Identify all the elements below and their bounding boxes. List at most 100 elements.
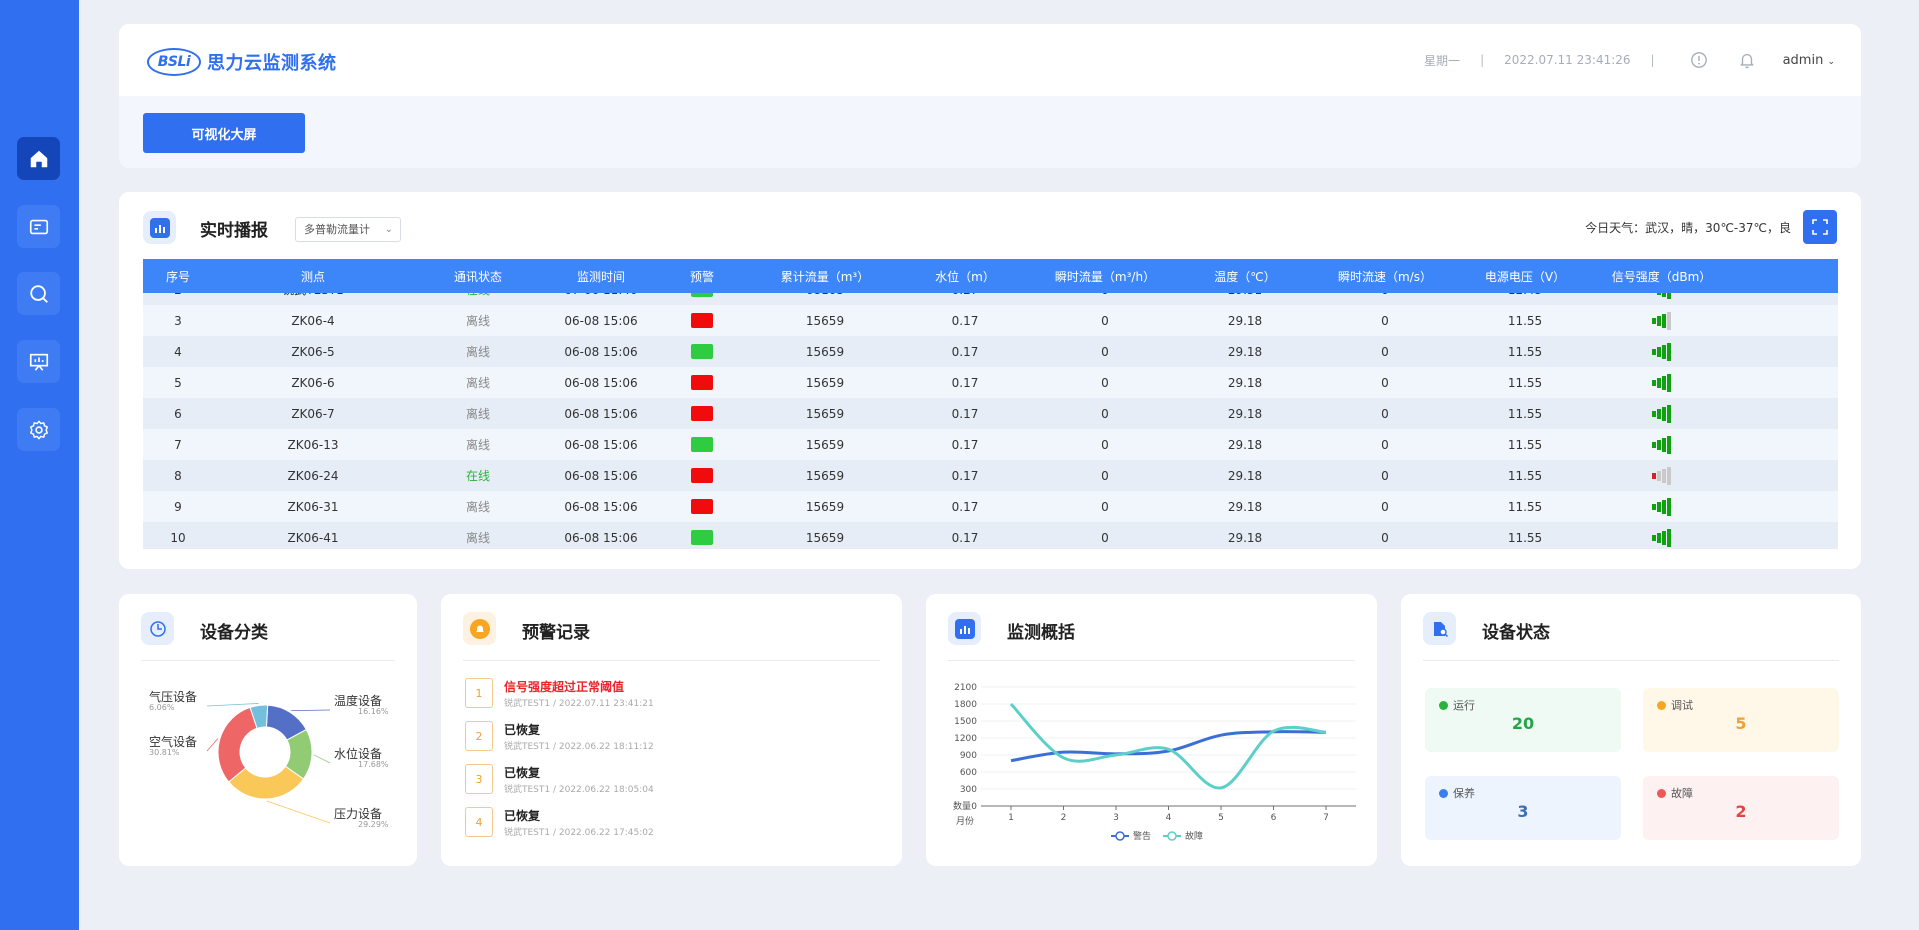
realtime-table: 序号 测点 通讯状态 监测时间 预警 累计流量（m³） 水位（m） 瞬时流量（m³/h） 温度（… bbox=[143, 259, 1838, 549]
x-tick-label: 3 bbox=[1113, 813, 1119, 823]
signal-strength-icon bbox=[1652, 373, 1671, 392]
table-row[interactable]: 10 ZK06-41 离线 06-08 15:06 15659 0.17 0 29.18 0 11… bbox=[143, 522, 1838, 549]
cell-speed: 0 bbox=[1381, 530, 1389, 545]
column-header: 预警 bbox=[689, 269, 714, 284]
signal-strength-icon bbox=[1652, 466, 1671, 485]
divider: | bbox=[1480, 53, 1485, 67]
cell-iflow: 0 bbox=[1101, 313, 1109, 328]
status-box[interactable]: 运行 20 bbox=[1425, 688, 1621, 752]
legend-marker bbox=[1115, 831, 1125, 841]
nav-home[interactable] bbox=[17, 137, 60, 180]
cell-level: 0.17 bbox=[951, 468, 979, 483]
cell-status: 离线 bbox=[465, 376, 490, 390]
donut-slice[interactable] bbox=[217, 706, 258, 783]
alert-subtitle: 锐武TEST1 / 2022.06.22 18:05:04 bbox=[504, 785, 654, 795]
user-menu[interactable]: admin ⌄ bbox=[1783, 53, 1835, 68]
status-box[interactable]: 保养 3 bbox=[1425, 776, 1621, 840]
y-tick-label: 600 bbox=[960, 768, 977, 778]
donut-label-pct: 29.29% bbox=[358, 820, 389, 829]
column-header: 测点 bbox=[300, 269, 325, 284]
cell-flow: 15659 bbox=[805, 344, 845, 359]
signal-strength-icon bbox=[1652, 497, 1671, 516]
cell-speed: 0 bbox=[1381, 375, 1389, 390]
fullscreen-button[interactable] bbox=[1803, 210, 1837, 244]
warning-indicator bbox=[691, 499, 713, 514]
cell-time: 06-08 15:06 bbox=[564, 313, 638, 328]
warning-indicator bbox=[691, 468, 713, 483]
info-icon[interactable] bbox=[1689, 50, 1709, 70]
cell-temp: 29.18 bbox=[1227, 437, 1263, 452]
report-card-icon bbox=[29, 219, 48, 234]
table-row[interactable]: 5 ZK06-6 离线 06-08 15:06 15659 0.17 0 29.18 0 11.5… bbox=[143, 367, 1838, 398]
x-tick-label: 7 bbox=[1323, 813, 1329, 823]
gear-icon bbox=[29, 420, 48, 439]
cell-temp: 29.18 bbox=[1227, 468, 1263, 483]
status-label-text: 故障 bbox=[1671, 787, 1693, 800]
table-row[interactable]: 6 ZK06-7 离线 06-08 15:06 15659 0.17 0 29.18 0 11.5… bbox=[143, 398, 1838, 429]
y-tick-label: 300 bbox=[960, 785, 977, 795]
column-header: 信号强度（dBm） bbox=[1611, 269, 1712, 284]
monitor-line-chart[interactable]: 0 300 600 900 1200 1500 1800 2100 1 2 3 4 5 6 7 数量月份警告 故… bbox=[926, 594, 1377, 866]
nav-settings[interactable] bbox=[17, 408, 60, 451]
cell-voltage: 11.55 bbox=[1507, 375, 1543, 390]
cell-level: 0.17 bbox=[951, 344, 979, 359]
table-row[interactable]: 8 ZK06-24 在线 06-08 15:06 15659 0.17 0 29.18 0 11.… bbox=[143, 460, 1838, 491]
device-type-select[interactable]: 多普勒流量计 ⌄ bbox=[295, 217, 401, 242]
cell-speed: 0 bbox=[1381, 406, 1389, 421]
cell-point: ZK06-7 bbox=[291, 406, 335, 421]
cell-time: 06-08 15:06 bbox=[564, 530, 638, 545]
table-row[interactable]: 7 ZK06-13 离线 06-08 15:06 15659 0.17 0 29.18 0 11.… bbox=[143, 429, 1838, 460]
signal-strength-icon bbox=[1652, 528, 1671, 547]
table-row[interactable]: 9 ZK06-31 离线 06-08 15:06 15659 0.17 0 29.18 0 11.… bbox=[143, 491, 1838, 522]
warning-cell bbox=[659, 491, 745, 522]
table-body[interactable]: 2锐武TEST1在线07-06 11:40681050.27029.31012.… bbox=[143, 274, 1838, 549]
signal-strength-icon bbox=[1652, 311, 1671, 330]
table-row[interactable]: 3 ZK06-4 离线 06-08 15:06 15659 0.17 0 29.18 0 11.5… bbox=[143, 305, 1838, 336]
alarm-bell-icon bbox=[463, 612, 496, 645]
cell-status: 离线 bbox=[465, 345, 490, 359]
logo[interactable]: BSLi 思力云监测系统 bbox=[147, 48, 337, 76]
column-header: 水位（m） bbox=[935, 269, 995, 284]
alert-subtitle: 锐武TEST1 / 2022.07.11 23:41:21 bbox=[504, 699, 654, 709]
status-dot bbox=[1657, 788, 1666, 798]
alert-title: 信号强度超过正常阈值 bbox=[504, 680, 625, 694]
leader-line bbox=[313, 754, 331, 764]
nav-board[interactable] bbox=[17, 340, 60, 383]
warning-indicator bbox=[691, 437, 713, 452]
bell-icon[interactable] bbox=[1737, 50, 1757, 70]
alert-title: 已恢复 bbox=[504, 809, 541, 823]
cell-voltage: 11.55 bbox=[1507, 530, 1543, 545]
alert-subtitle: 锐武TEST1 / 2022.06.22 17:45:02 bbox=[504, 828, 654, 838]
warning-cell bbox=[659, 305, 745, 336]
cell-flow: 15659 bbox=[805, 375, 845, 390]
cell-flow: 15659 bbox=[805, 406, 845, 421]
cell-point: ZK06-6 bbox=[291, 375, 335, 390]
divider: | bbox=[1650, 53, 1655, 67]
status-label: 故障 bbox=[1657, 785, 1693, 801]
nav-report[interactable] bbox=[17, 205, 60, 248]
status-box[interactable]: 调试 5 bbox=[1643, 688, 1839, 752]
warning-cell bbox=[659, 460, 745, 491]
cell-point: ZK06-4 bbox=[291, 313, 335, 328]
cell-level: 0.17 bbox=[951, 530, 979, 545]
username: admin bbox=[1782, 52, 1824, 68]
cell-point: ZK06-13 bbox=[287, 437, 339, 452]
status-box[interactable]: 故障 2 bbox=[1643, 776, 1839, 840]
cell-level: 0.17 bbox=[951, 375, 979, 390]
monitor-summary-card: 监测概括 0 300 600 900 1200 1500 1800 2100 1 2 3 4 5 6 7 数量… bbox=[926, 594, 1377, 866]
cell-voltage: 11.55 bbox=[1507, 499, 1543, 514]
x-tick-label: 2 bbox=[1061, 813, 1067, 823]
signal-cell bbox=[1585, 305, 1738, 336]
visual-screen-button[interactable]: 可视化大屏 bbox=[143, 113, 305, 153]
nav-search[interactable] bbox=[17, 272, 60, 315]
y-tick-label: 1800 bbox=[954, 700, 977, 710]
cell-iflow: 0 bbox=[1101, 437, 1109, 452]
cell-no: 8 bbox=[174, 468, 182, 483]
chevron-down-icon: ⌄ bbox=[384, 224, 393, 235]
table-row[interactable]: 4 ZK06-5 离线 06-08 15:06 15659 0.17 0 29.18 0 11.5… bbox=[143, 336, 1838, 367]
cell-speed: 0 bbox=[1381, 499, 1389, 514]
signal-cell bbox=[1585, 522, 1738, 549]
cell-time: 06-08 15:06 bbox=[564, 406, 638, 421]
device-class-card: 设备分类 温度设备 16.16% 水位设备 17.68% 压力设备 29.29% 空气设备 3… bbox=[119, 594, 417, 866]
alerts-title: 预警记录 bbox=[522, 623, 590, 643]
